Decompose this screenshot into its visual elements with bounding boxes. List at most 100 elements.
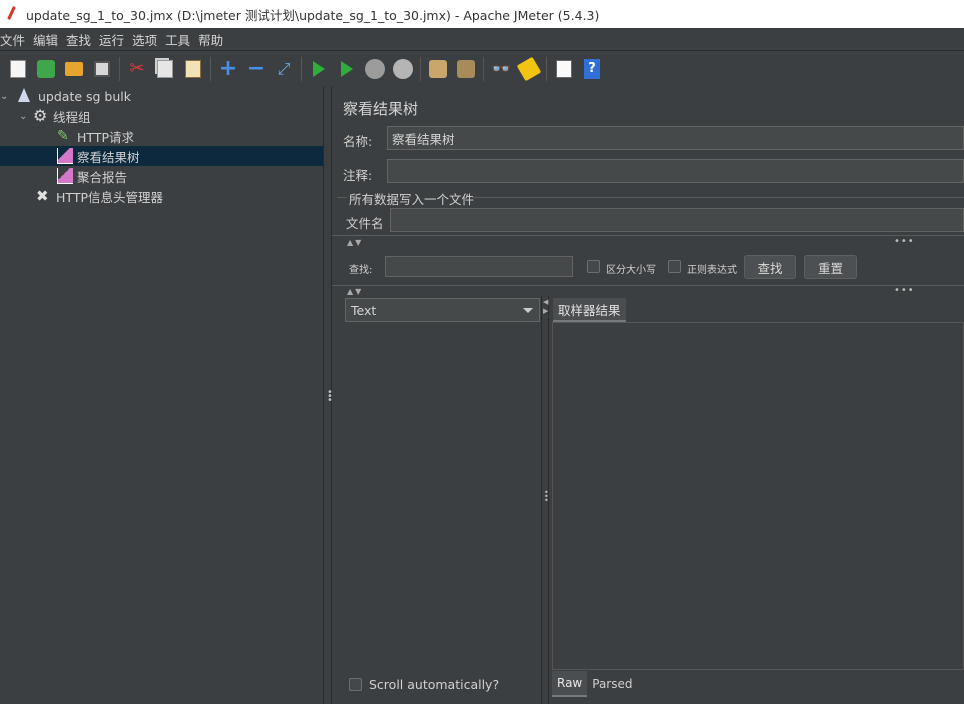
tab-sampler-result[interactable]: 取样器结果 xyxy=(553,298,626,322)
collapse-icon: − xyxy=(246,56,266,81)
tree-node-http-request[interactable]: ✎ HTTP请求 xyxy=(57,126,134,146)
page-title: 察看结果树 xyxy=(343,100,419,118)
filename-field[interactable] xyxy=(390,208,964,232)
comment-label: 注释: xyxy=(343,168,373,183)
collapse-all-button[interactable]: − xyxy=(245,56,267,81)
menu-search[interactable]: 查找 xyxy=(66,30,99,49)
renderer-selected: Text xyxy=(351,302,377,318)
regex-label: 正则表达式 xyxy=(687,265,737,276)
tab-raw[interactable]: Raw xyxy=(552,671,588,697)
search-button[interactable]: 👓 xyxy=(490,58,512,80)
tree-node-label: 察看结果树 xyxy=(77,149,140,165)
paste-button[interactable] xyxy=(182,58,204,80)
tree-node-label: HTTP信息头管理器 xyxy=(56,189,163,205)
fieldset-border xyxy=(337,197,347,198)
new-icon xyxy=(10,59,26,78)
chevron-down-icon[interactable]: ⌄ xyxy=(0,91,10,102)
collapse-arrows-icon[interactable]: ▲▼ xyxy=(347,287,363,296)
vertical-splitter[interactable]: • • • xyxy=(323,86,333,704)
window-title: update_sg_1_to_30.jmx (D:\jmeter 测试计划\up… xyxy=(26,7,600,23)
expand-all-button[interactable]: + xyxy=(217,56,239,81)
paste-icon xyxy=(185,59,201,78)
menu-edit[interactable]: 编辑 xyxy=(33,30,66,49)
stop-button[interactable] xyxy=(364,58,386,80)
renderer-select[interactable]: Text xyxy=(345,298,540,322)
cut-button[interactable]: ✂ xyxy=(126,58,148,80)
cut-icon: ✂ xyxy=(129,58,145,79)
graph-icon xyxy=(57,148,73,164)
scroll-auto-checkbox[interactable] xyxy=(349,678,362,691)
fieldset-border xyxy=(472,197,964,198)
collapse-arrows-icon: ◀ ▶ xyxy=(543,298,549,315)
toggle-button[interactable]: ⤢ xyxy=(273,58,295,80)
gear-icon: ⚙ xyxy=(33,106,48,125)
reset-button[interactable]: 重置 xyxy=(804,255,857,279)
menu-options[interactable]: 选项 xyxy=(132,30,165,49)
toolbar: ✂ + − ⤢ 👓 ? xyxy=(0,50,964,86)
reset-search-button[interactable] xyxy=(516,56,542,81)
tree-node-label: 线程组 xyxy=(53,109,91,125)
filename-label: 文件名 xyxy=(346,216,384,231)
toolbar-separator xyxy=(546,56,547,81)
start-button[interactable] xyxy=(308,58,330,80)
name-field[interactable]: 察看结果树 xyxy=(387,126,964,150)
test-plan-tree: ⌄ update sg bulk ⌄ ⚙ 线程组 ✎ HTTP请求 察看结果树 … xyxy=(0,86,323,704)
menu-bar: 文件 编辑 查找 运行 选项 工具 帮助 xyxy=(0,28,964,50)
new-button[interactable] xyxy=(7,58,29,80)
result-tree-panel: 察看结果树 名称: 察看结果树 注释: 所有数据写入一个文件 文件名 ▲▼ ••… xyxy=(332,86,964,704)
sampler-result-area[interactable] xyxy=(552,322,964,670)
case-sensitive-checkbox[interactable] xyxy=(587,260,600,273)
name-label: 名称: xyxy=(343,134,373,149)
menu-help[interactable]: 帮助 xyxy=(198,30,231,49)
menu-tools[interactable]: 工具 xyxy=(165,30,198,49)
divider xyxy=(332,285,964,286)
drag-handle-icon[interactable]: ••• xyxy=(894,236,915,247)
shutdown-button[interactable] xyxy=(392,58,414,80)
regex-checkbox[interactable] xyxy=(668,260,681,273)
comment-field[interactable] xyxy=(387,159,964,183)
save-button[interactable] xyxy=(91,58,113,80)
collapse-arrows-icon[interactable]: ▲▼ xyxy=(347,238,363,247)
find-button[interactable]: 查找 xyxy=(744,255,796,279)
menu-file[interactable]: 文件 xyxy=(0,30,33,49)
menu-run[interactable]: 运行 xyxy=(99,30,132,49)
open-button[interactable] xyxy=(63,58,85,80)
start-no-pauses-button[interactable] xyxy=(336,58,358,80)
templates-icon xyxy=(37,59,55,78)
copy-icon xyxy=(157,59,173,78)
toolbar-separator xyxy=(301,56,302,81)
toolbar-separator xyxy=(210,56,211,81)
reset-search-icon xyxy=(516,56,542,81)
tree-node-label: 聚合报告 xyxy=(77,169,128,185)
results-list[interactable] xyxy=(345,324,540,664)
tab-parsed[interactable]: Parsed xyxy=(587,671,637,697)
results-splitter[interactable]: ◀ ▶ • • • xyxy=(541,296,549,704)
expand-icon: + xyxy=(218,56,238,81)
search-input[interactable] xyxy=(385,256,573,277)
bottom-tabs: Raw Parsed xyxy=(552,671,638,697)
drag-handle-icon[interactable]: ••• xyxy=(894,285,915,296)
drag-handle-icon: • • • xyxy=(327,387,333,406)
start-no-pauses-icon xyxy=(341,60,353,77)
toolbar-separator xyxy=(420,56,421,81)
clear-button[interactable] xyxy=(427,58,449,80)
tree-node-thread-group[interactable]: ⌄ ⚙ 线程组 xyxy=(19,106,91,126)
save-icon xyxy=(94,60,110,77)
templates-button[interactable] xyxy=(35,58,57,80)
tree-node-result-tree[interactable]: 察看结果树 xyxy=(0,146,323,166)
clear-all-button[interactable] xyxy=(455,58,477,80)
tree-node-aggregate-report[interactable]: 聚合报告 xyxy=(57,166,127,186)
stop-icon xyxy=(365,58,385,79)
clear-all-icon xyxy=(457,59,475,78)
start-icon xyxy=(313,60,325,77)
chevron-down-icon[interactable]: ⌄ xyxy=(19,111,29,122)
tree-node-header-manager[interactable]: ✖ HTTP信息头管理器 xyxy=(36,186,163,206)
help-icon: ? xyxy=(584,58,600,79)
function-helper-button[interactable] xyxy=(553,58,575,80)
help-button[interactable]: ? xyxy=(581,58,603,80)
tree-node-root[interactable]: ⌄ update sg bulk xyxy=(0,86,131,106)
toggle-icon: ⤢ xyxy=(277,58,291,78)
copy-button[interactable] xyxy=(154,58,176,80)
chevron-down-icon xyxy=(523,308,533,313)
divider xyxy=(332,235,964,236)
